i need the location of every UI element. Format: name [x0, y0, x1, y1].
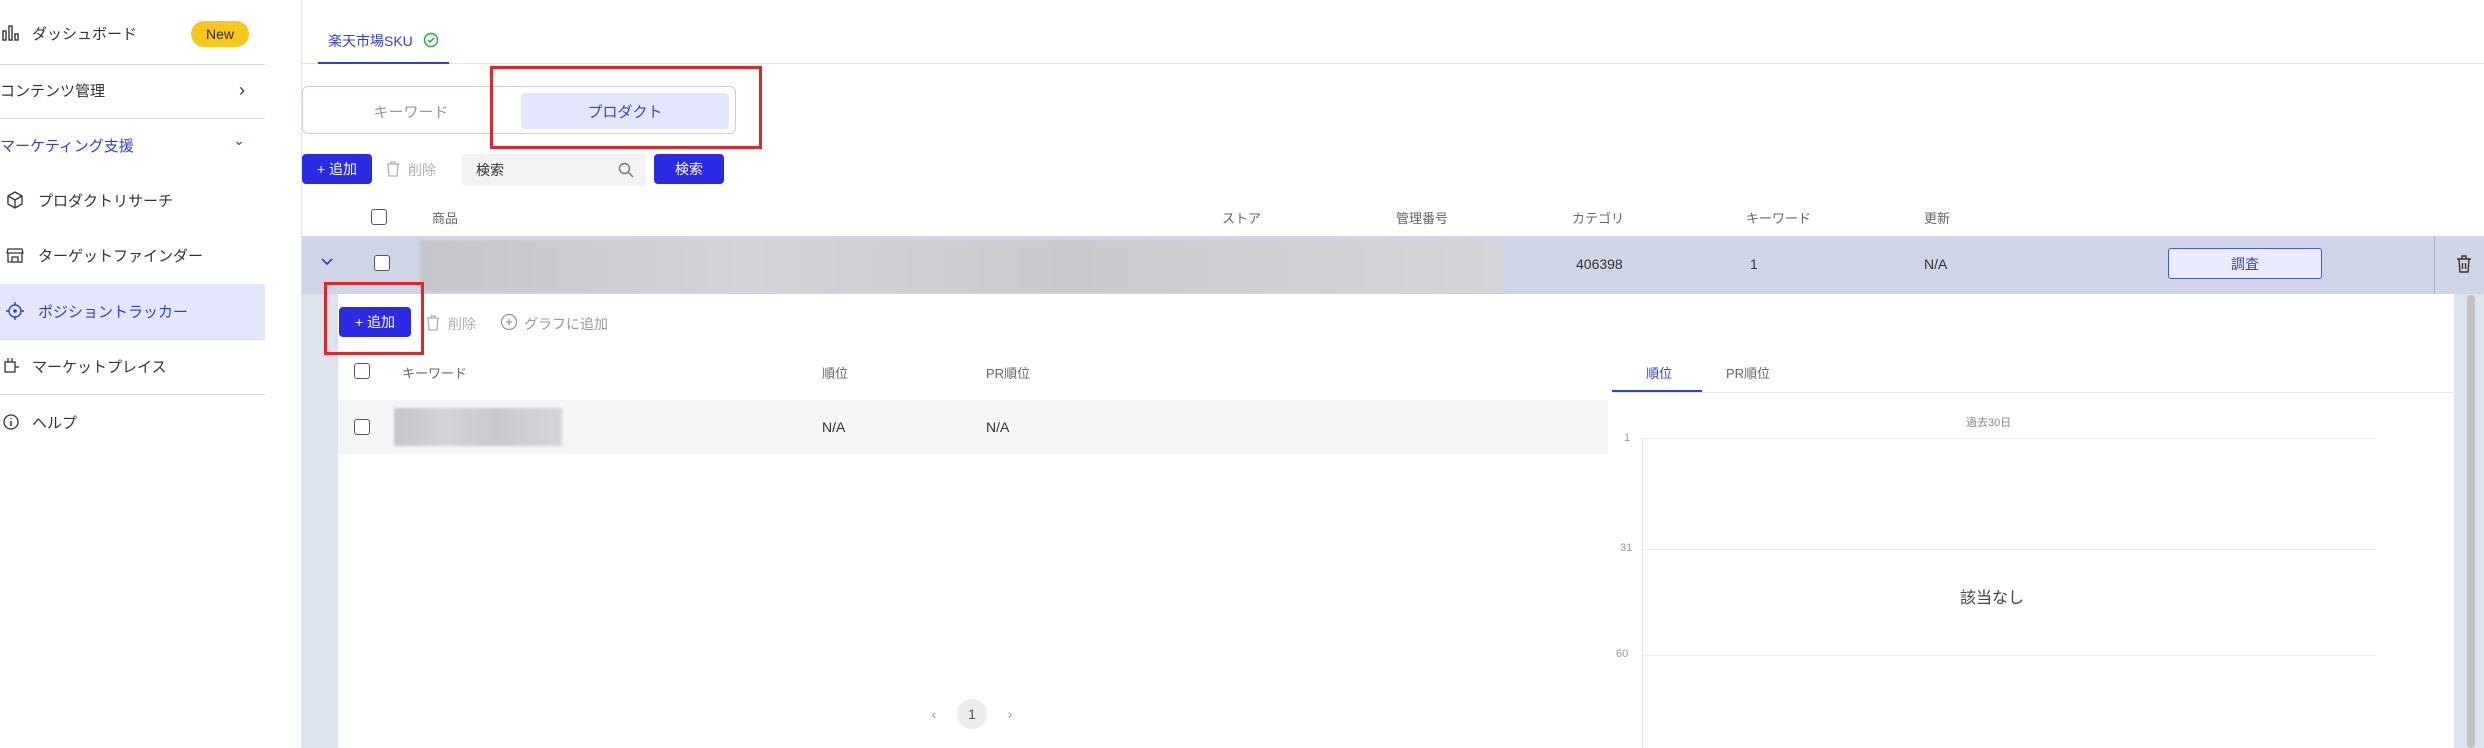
- category-value: 406398: [1576, 256, 1623, 272]
- highlight-box: [490, 66, 762, 149]
- keyword-count-value: 1: [1750, 256, 1758, 272]
- add-to-graph-label: グラフに追加: [524, 315, 608, 332]
- sidebar-item-position-tracker[interactable]: ポジショントラッカー: [0, 284, 265, 338]
- tab-label: 楽天市場SKU: [328, 33, 413, 49]
- sidebar-item-label: ダッシュボード: [32, 25, 138, 43]
- grid-line: [1642, 655, 2376, 656]
- sidebar-item-label: ヘルプ: [32, 414, 78, 432]
- sidebar-item-label: プロダクトリサーチ: [38, 192, 174, 210]
- select-all-checkbox[interactable]: [371, 209, 387, 225]
- no-data-message: 該当なし: [1960, 590, 2025, 607]
- trash-icon: [386, 160, 400, 180]
- divider: [1612, 392, 2456, 393]
- search-button[interactable]: 検索: [654, 154, 724, 184]
- blurred-keyword: [394, 408, 562, 446]
- tab-rakuten-sku[interactable]: 楽天市場SKU: [318, 20, 449, 64]
- column-header-rank: 順位: [822, 366, 849, 381]
- row-checkbox[interactable]: [354, 419, 370, 435]
- chart-title: 過去30日: [1966, 417, 2012, 429]
- info-icon: [0, 411, 22, 433]
- column-header-category: カテゴリ: [1572, 211, 1625, 226]
- y-tick-label: 60: [1616, 648, 1629, 660]
- next-page-button[interactable]: ›: [1002, 702, 1018, 726]
- tab-bar: 楽天市場SKU: [302, 0, 2484, 64]
- prev-page-button[interactable]: ‹: [926, 702, 942, 726]
- page-number-button[interactable]: 1: [957, 699, 987, 729]
- column-header-keyword: キーワード: [1746, 211, 1812, 226]
- sidebar-item-label: ターゲットファインダー: [38, 247, 204, 265]
- bar-chart-icon: [0, 22, 22, 44]
- store-icon: [4, 244, 26, 266]
- plus-circle-icon: [500, 313, 518, 334]
- tab-rank[interactable]: 順位: [1646, 363, 1672, 382]
- sidebar-item-label: マーケットプレイス: [32, 358, 167, 376]
- column-header-product: 商品: [432, 211, 459, 226]
- column-header-management-number: 管理番号: [1396, 211, 1449, 226]
- pr-rank-value: N/A: [986, 419, 1010, 435]
- y-axis: [1642, 438, 1643, 748]
- rank-chart: 過去30日 1 31 60 該当なし: [1600, 400, 2470, 748]
- sidebar-item-help[interactable]: ヘルプ: [0, 395, 265, 449]
- sidebar-item-target-finder[interactable]: ターゲットファインダー: [0, 228, 265, 282]
- column-header-updated: 更新: [1924, 211, 1951, 226]
- delete-label: 削除: [408, 162, 436, 178]
- chevron-right-icon: ›: [239, 79, 245, 100]
- sidebar-item-label: マーケティング支援: [0, 137, 134, 155]
- search-placeholder: 検索: [476, 162, 504, 178]
- add-product-button[interactable]: + 追加: [302, 154, 372, 184]
- tab-pr-rank[interactable]: PR順位: [1726, 363, 1770, 382]
- sidebar: ダッシュボード New コンテンツ管理 › マーケティング支援 ⌄ プロダクトリ…: [0, 0, 302, 748]
- check-circle-icon: [423, 32, 439, 51]
- divider: [2434, 236, 2435, 294]
- investigate-button[interactable]: 調査: [2168, 248, 2322, 279]
- grid-line: [1642, 438, 2376, 439]
- select-all-keywords-checkbox[interactable]: [354, 363, 370, 379]
- column-header-keyword: キーワード: [402, 366, 468, 381]
- grid-line: [1642, 549, 2376, 550]
- delete-label: 削除: [448, 316, 476, 332]
- sidebar-item-marketplace[interactable]: マーケットプレイス: [0, 339, 265, 393]
- new-badge: New: [191, 21, 249, 47]
- y-tick-label: 31: [1620, 542, 1633, 554]
- sidebar-item-marketing[interactable]: マーケティング支援 ⌄: [0, 118, 265, 172]
- updated-value: N/A: [1924, 256, 1948, 272]
- trash-icon[interactable]: [2456, 255, 2472, 278]
- highlight-box: [324, 282, 424, 355]
- delete-keyword-button[interactable]: 削除: [426, 314, 476, 334]
- crosshair-icon: [4, 300, 26, 322]
- column-header-pr-rank: PR順位: [986, 366, 1031, 381]
- sidebar-item-label: ポジショントラッカー: [38, 303, 189, 321]
- rank-value: N/A: [822, 419, 846, 435]
- add-to-graph-button[interactable]: グラフに追加: [500, 313, 608, 334]
- mode-keyword-option[interactable]: キーワード: [311, 93, 511, 129]
- sidebar-item-label: コンテンツ管理: [0, 82, 106, 100]
- y-tick-label: 1: [1624, 432, 1631, 444]
- sidebar-item-product-research[interactable]: プロダクトリサーチ: [0, 173, 265, 227]
- plug-icon: [0, 355, 22, 377]
- search-input[interactable]: 検索: [462, 154, 646, 186]
- delete-product-button[interactable]: 削除: [386, 160, 436, 180]
- chevron-down-icon[interactable]: [320, 254, 334, 270]
- chevron-down-icon: ⌄: [233, 132, 245, 148]
- cube-icon: [4, 189, 26, 211]
- search-icon: [618, 162, 634, 181]
- row-checkbox[interactable]: [374, 255, 390, 271]
- trash-icon: [426, 314, 440, 334]
- column-header-store: ストア: [1222, 211, 1262, 226]
- sidebar-item-content-management[interactable]: コンテンツ管理 ›: [0, 63, 265, 117]
- blurred-product-info: [420, 240, 1504, 292]
